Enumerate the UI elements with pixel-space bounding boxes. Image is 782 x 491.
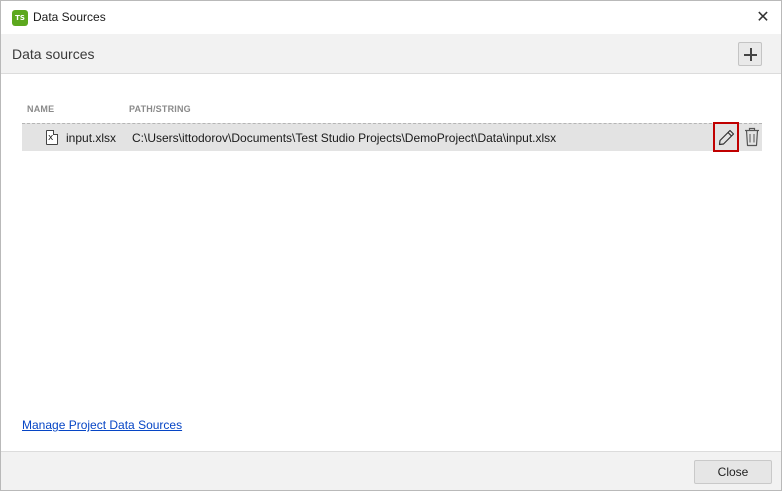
column-header-name: NAME [27,104,55,114]
window-close-button[interactable]: ✕ [751,5,775,29]
column-header-path: PATH/STRING [129,104,191,114]
dialog-footer: Close [1,451,781,490]
header-title: Data sources [12,46,95,62]
row-name: input.xlsx [66,131,117,145]
window-title: Data Sources [33,10,106,24]
excel-file-icon: x [46,130,58,145]
trash-icon [745,127,759,147]
row-path: C:\Users\ittodorov\Documents\Test Studio… [132,131,557,145]
test-studio-logo-icon: TS [12,10,28,26]
add-data-source-button[interactable] [738,42,762,66]
close-button[interactable]: Close [694,460,772,484]
table-row[interactable]: x input.xlsx C:\Users\ittodorov\Document… [22,123,762,151]
dialog-header: Data sources [1,34,781,74]
delete-data-source-button[interactable] [743,126,761,148]
title-bar: TS Data Sources ✕ [1,1,781,34]
pencil-icon [718,129,735,146]
manage-project-data-sources-link[interactable]: Manage Project Data Sources [22,418,182,432]
edit-data-source-button[interactable] [713,122,739,152]
data-sources-dialog: TS Data Sources ✕ Data sources NAME PATH… [0,0,782,491]
